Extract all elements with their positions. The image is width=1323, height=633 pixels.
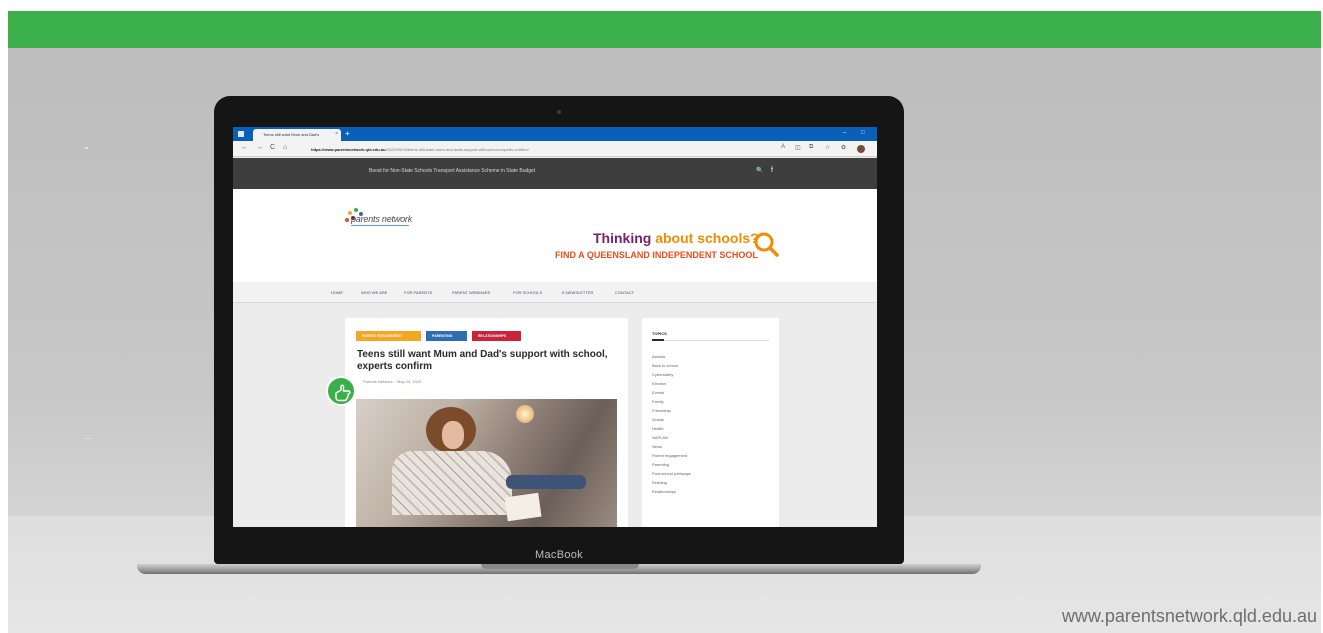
url-field[interactable]: https://www.parentsnetwork.qld.edu.au/20… [297,144,767,154]
browser-address-bar: ← → C ⌂ https://www.parentsnetwork.qld.e… [233,141,877,157]
topic-link[interactable]: NAPLAN [652,435,668,440]
sidebar-title-underline [652,339,664,341]
site-logo[interactable]: parents network [351,214,413,226]
wall-mark [85,438,91,439]
sidebar-title: Topics [652,331,667,336]
topic-link[interactable]: Back to school [652,363,678,368]
chip-parent-engagement[interactable]: Parent engagement [356,331,421,341]
macbook-label: MacBook [535,549,583,561]
chip-parenting[interactable]: Parenting [426,331,467,341]
minimize-icon[interactable]: – [843,130,846,136]
camera-icon [557,110,561,114]
topic-link[interactable]: Events [652,390,664,395]
article-meta: Parents Network – May 24, 2022 [363,379,422,384]
nav-contact[interactable]: Contact [615,290,634,295]
topic-link[interactable]: Relationships [652,489,676,494]
topic-link[interactable]: Awards [652,354,665,359]
browser-menu-icon[interactable] [238,131,244,137]
topic-link[interactable]: Family [652,399,664,404]
profile-avatar[interactable] [857,145,865,153]
collections-icon[interactable]: ⧉ [809,144,813,151]
search-icon[interactable]: 🔍 [756,167,763,174]
topics-sidebar: Topics Awards Back to school Cybersafety… [642,318,779,527]
topic-link[interactable]: Parenting [652,462,669,467]
site-header: parents network Thinking about schools? … [233,189,877,282]
topic-link[interactable]: Cybersafety [652,372,673,377]
magnifier-icon [754,232,779,257]
browser-tabstrip: Teens still want Mum and Dad's × + – □ [233,127,877,141]
home-icon[interactable]: ⌂ [283,144,287,151]
url-domain: https://www.parentsnetwork.qld.edu.au [311,147,386,152]
forward-icon[interactable]: → [256,144,263,151]
browser-tab[interactable]: Teens still want Mum and Dad's × [253,129,341,141]
new-tab-button[interactable]: + [345,129,350,138]
url-path: /2022/05/24/teens-still-want-mum-and-dad… [385,147,529,152]
photo-person-jeans [506,475,586,489]
photo-person-face [442,421,464,449]
favorite-icon[interactable]: ☆ [825,144,830,151]
extensions-icon[interactable]: ✿ [841,144,846,151]
tab-title: Teens still want Mum and Dad's [263,132,320,137]
laptop-notch [481,564,639,569]
ad-headline-part1: Thinking [593,230,656,246]
reload-icon[interactable]: C [270,144,275,151]
nav-home[interactable]: Home [331,290,343,295]
article-headline[interactable]: Teens still want Mum and Dad's support w… [357,349,619,373]
article-photo[interactable] [356,399,617,527]
topic-link[interactable]: Parent engagement [652,453,687,458]
nav-for-parents[interactable]: For parents [404,290,432,295]
tab-close-icon[interactable]: × [335,131,338,137]
nav-who-we-are[interactable]: Who we are [361,290,387,295]
photo-book [504,492,542,522]
topic-link[interactable]: Grants [652,417,664,422]
facebook-icon[interactable]: f [771,167,773,174]
ad-subline[interactable]: FIND A QUEENSLAND INDEPENDENT SCHOOL [555,250,758,260]
green-header-band [8,11,1321,48]
logo-underline [351,225,409,226]
photo-person-shirt [392,451,512,515]
wall-mark [85,147,88,149]
split-screen-icon[interactable]: ◫ [795,144,801,151]
nav-e-newsletter[interactable]: E-newsletter [562,290,593,295]
article-card: Parent engagement Parenting Relationship… [345,318,628,527]
news-ticker[interactable]: Boost for Non-State Schools Transport As… [369,168,535,174]
laptop-screen: Teens still want Mum and Dad's × + – □ ←… [233,127,877,527]
topic-link[interactable]: Health [652,426,664,431]
site-topbar: Boost for Non-State Schools Transport As… [233,158,877,189]
topic-link[interactable]: Friendship [652,408,671,413]
topic-link[interactable]: Post-school pathways [652,471,691,476]
site-nav: Home Who we are For parents Parent webin… [233,282,877,303]
maximize-icon[interactable]: □ [861,130,865,136]
nav-for-schools[interactable]: For schools [513,290,542,295]
nav-parent-webinars[interactable]: Parent webinars [452,290,490,295]
pointer-hand-icon [326,376,356,406]
chip-relationships[interactable]: Relationships [472,331,521,341]
topic-link[interactable]: News [652,444,662,449]
topic-link[interactable]: Election [652,381,666,386]
read-aloud-icon[interactable]: A [781,144,785,150]
topic-link[interactable]: Reading [652,480,667,485]
back-icon[interactable]: ← [241,144,248,151]
logo-text: parents network [351,214,413,224]
ad-headline-part2: about schools? [655,230,759,246]
sidebar-divider [664,339,769,340]
footer-url[interactable]: www.parentsnetwork.qld.edu.au [1062,606,1317,627]
photo-lamp [516,405,534,423]
ad-headline[interactable]: Thinking about schools? [593,230,759,246]
content-area: Parent engagement Parenting Relationship… [233,303,877,527]
